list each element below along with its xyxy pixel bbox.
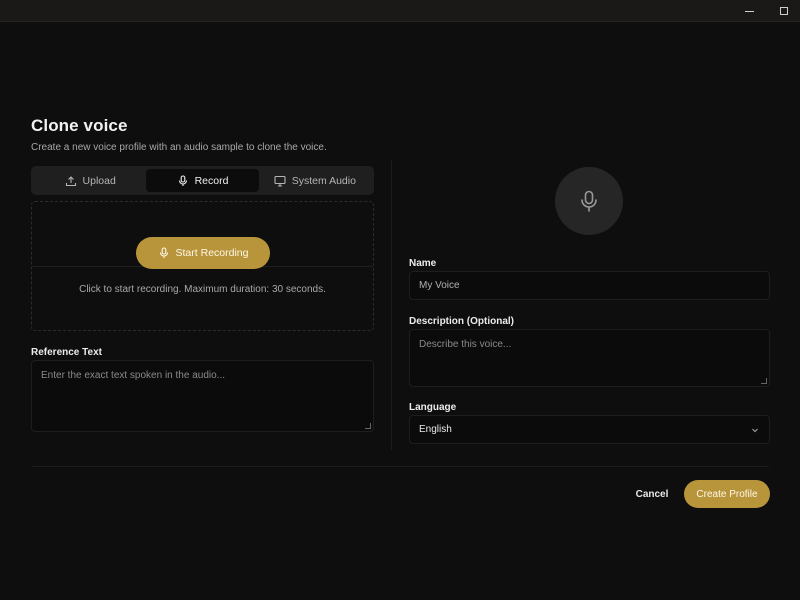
name-placeholder: My Voice <box>419 280 460 291</box>
voice-avatar <box>555 167 623 235</box>
description-input[interactable]: Describe this voice... <box>409 329 770 387</box>
tab-record-label: Record <box>194 174 229 187</box>
description-label: Description (Optional) <box>409 316 514 327</box>
dialog-subtitle: Create a new voice profile with an audio… <box>31 142 327 153</box>
upload-icon <box>65 175 76 186</box>
mic-icon <box>581 190 597 212</box>
create-profile-button[interactable]: Create Profile <box>684 480 770 508</box>
chevron-down-icon <box>752 428 758 432</box>
tab-system-audio[interactable]: System Audio <box>259 169 371 192</box>
tab-upload[interactable]: Upload <box>34 169 146 192</box>
start-recording-label: Start Recording <box>175 247 249 259</box>
resize-handle-icon[interactable] <box>365 423 371 429</box>
maximize-icon <box>780 7 788 15</box>
resize-handle-icon[interactable] <box>761 378 767 384</box>
footer-divider <box>31 466 769 467</box>
record-hint: Click to start recording. Maximum durati… <box>79 284 326 295</box>
tab-system-audio-label: System Audio <box>291 174 356 187</box>
language-select[interactable]: English <box>409 415 770 444</box>
title-bar <box>0 0 800 22</box>
minimize-icon <box>744 10 754 12</box>
reference-text-placeholder: Enter the exact text spoken in the audio… <box>41 370 226 381</box>
dialog-title: Clone voice <box>31 116 128 135</box>
maximize-button[interactable] <box>766 0 800 22</box>
minimize-button[interactable] <box>731 0 767 22</box>
tab-record[interactable]: Record <box>146 169 259 192</box>
record-panel: Start Recording Click to start recording… <box>31 201 374 331</box>
source-tabs: Upload Record System Audio <box>31 166 374 195</box>
name-input[interactable]: My Voice <box>409 271 770 300</box>
name-label: Name <box>409 258 437 269</box>
mic-icon <box>178 174 187 186</box>
language-value: English <box>419 424 452 435</box>
mic-icon <box>159 247 168 258</box>
language-label: Language <box>409 402 457 413</box>
monitor-icon <box>274 175 286 187</box>
description-placeholder: Describe this voice... <box>419 339 512 350</box>
reference-text-input[interactable]: Enter the exact text spoken in the audio… <box>31 360 374 432</box>
tab-upload-label: Upload <box>82 174 116 187</box>
reference-text-label: Reference Text <box>31 347 102 358</box>
cancel-button[interactable]: Cancel <box>628 482 676 506</box>
start-recording-button[interactable]: Start Recording <box>136 237 270 269</box>
column-divider <box>391 160 392 450</box>
